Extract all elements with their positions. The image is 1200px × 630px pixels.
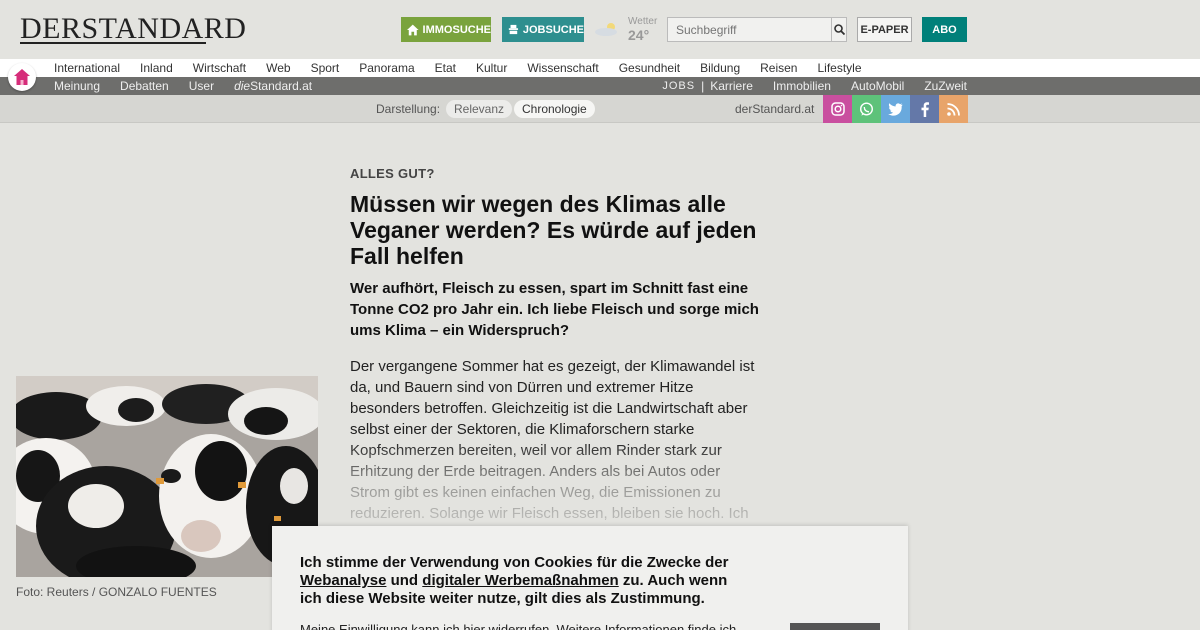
nav-item-user[interactable]: User [189, 78, 214, 94]
immosuche-button[interactable]: IMMOSUCHE [401, 17, 491, 42]
nav-item-gesundheit[interactable]: Gesundheit [619, 60, 680, 76]
site-name[interactable]: derStandard.at [735, 102, 814, 116]
site-logo[interactable]: DERSTANDARD [20, 14, 246, 44]
facebook-button[interactable] [910, 95, 939, 123]
nav-separator: | [701, 79, 705, 93]
nav-item-karriere[interactable]: Karriere [710, 78, 753, 94]
rss-button[interactable] [939, 95, 968, 123]
article-kicker: ALLES GUT? [350, 166, 435, 181]
nav-item-kultur[interactable]: Kultur [476, 60, 507, 76]
twitter-button[interactable] [881, 95, 910, 123]
nav-item-inland[interactable]: Inland [140, 60, 173, 76]
article-headline: Müssen wir wegen des Klimas alle Veganer… [350, 191, 757, 269]
view-option-chronologie[interactable]: Chronologie [514, 100, 595, 118]
instagram-button[interactable] [823, 95, 852, 123]
home-button[interactable] [8, 63, 36, 91]
epaper-button[interactable]: E-PAPER [857, 17, 912, 42]
nav-item-meinung[interactable]: Meinung [54, 78, 100, 94]
rss-icon [947, 102, 960, 116]
nav-item-diestandard[interactable]: dieStandard.at [234, 78, 312, 94]
view-option-relevanz[interactable]: Relevanz [446, 100, 513, 118]
logo-underline [20, 42, 206, 44]
jobsuche-label: JOBSUCHE [522, 23, 584, 36]
cookie-consent-text: Ich stimme der Verwendung von Cookies fü… [300, 554, 740, 608]
article-fade [340, 440, 770, 530]
nav-item-wirtschaft[interactable]: Wirtschaft [193, 60, 246, 76]
weather-label: Wetter [628, 16, 658, 27]
search-icon [833, 24, 845, 35]
nav-item-debatten[interactable]: Debatten [120, 78, 169, 94]
article-lead: Wer aufhört, Fleisch zu essen, spart im … [350, 280, 759, 339]
whatsapp-icon [859, 101, 874, 116]
secondary-nav-right: JOBS | Karriere Immobilien AutoMobil ZuZ… [662, 78, 967, 94]
nav-item-etat[interactable]: Etat [435, 60, 456, 76]
nav-item-international[interactable]: International [54, 60, 120, 76]
nav-item-sport[interactable]: Sport [311, 60, 340, 76]
nav-item-reisen[interactable]: Reisen [760, 60, 797, 76]
photo-caption: Foto: Reuters / GONZALO FUENTES [16, 585, 217, 599]
diestandard-prefix: die [234, 79, 251, 93]
house-icon [407, 24, 419, 35]
cookie-banner: Ich stimme der Verwendung von Cookies fü… [272, 526, 908, 630]
view-bar: Darstellung: Relevanz Chronologie derSta… [0, 95, 1200, 123]
jobsuche-button[interactable]: JOBSUCHE [502, 17, 584, 42]
abo-button[interactable]: ABO [922, 17, 967, 42]
whatsapp-button[interactable] [852, 95, 881, 123]
weather-widget[interactable]: Wetter 24° [594, 16, 664, 44]
sun-cloud-icon [595, 23, 617, 36]
view-label: Darstellung: [376, 102, 441, 116]
cookie-link-werbemassnahmen[interactable]: digitaler Werbemaßnahmen [422, 572, 618, 589]
nav-item-panorama[interactable]: Panorama [359, 60, 414, 76]
cookie-withdraw-text: Meine Einwilligung kann ich hier widerru… [300, 622, 737, 630]
immosuche-label: IMMOSUCHE [422, 23, 491, 36]
diestandard-suffix: Standard.at [250, 79, 313, 93]
site-header: DERSTANDARD IMMOSUCHE JOBSUCHE Wetter 24… [0, 0, 1200, 59]
twitter-icon [888, 102, 903, 116]
nav-item-web[interactable]: Web [266, 60, 290, 76]
nav-item-wissenschaft[interactable]: Wissenschaft [527, 60, 598, 76]
cookie-accept-button[interactable] [790, 623, 880, 630]
search-button[interactable] [831, 18, 846, 41]
nav-item-bildung[interactable]: Bildung [700, 60, 740, 76]
cookie-link-webanalyse[interactable]: Webanalyse [300, 572, 386, 589]
search-box [667, 17, 847, 42]
search-input[interactable] [668, 18, 831, 41]
briefcase-icon [508, 24, 519, 35]
nav-item-lifestyle[interactable]: Lifestyle [817, 60, 861, 76]
secondary-nav: Meinung Debatten User dieStandard.at JOB… [0, 77, 1200, 95]
cookie-text-a: Ich stimme der Verwendung von Cookies fü… [300, 554, 729, 571]
facebook-icon [921, 101, 929, 117]
primary-nav: International Inland Wirtschaft Web Spor… [0, 59, 1200, 77]
nav-item-immobilien[interactable]: Immobilien [773, 78, 831, 94]
cookie-text-and: und [390, 572, 419, 589]
nav-item-jobs[interactable]: JOBS [662, 78, 695, 94]
weather-temperature: 24° [628, 27, 650, 43]
nav-item-automobil[interactable]: AutoMobil [851, 78, 904, 94]
home-icon [14, 69, 30, 85]
instagram-icon [830, 102, 845, 116]
nav-item-zuzweit[interactable]: ZuZweit [924, 78, 967, 94]
